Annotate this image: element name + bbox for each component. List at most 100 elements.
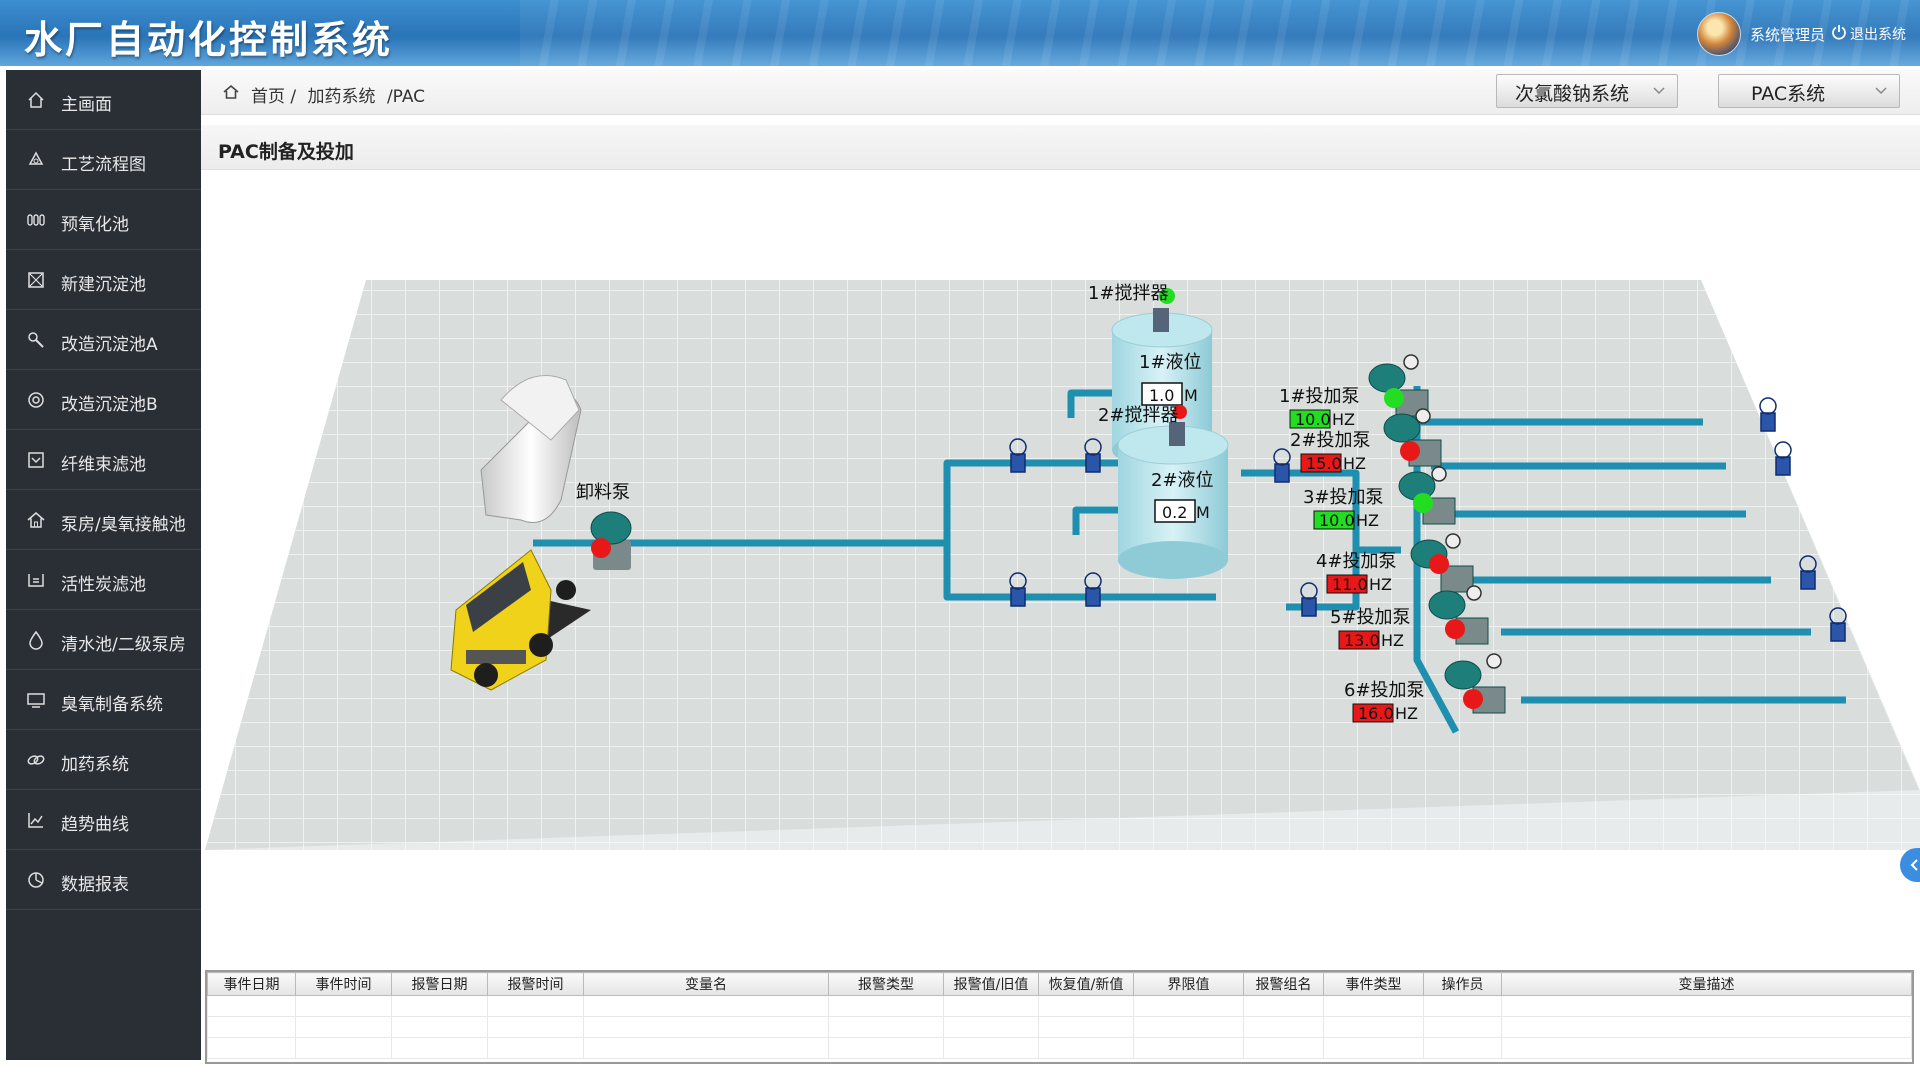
sidebar-item-process-flow[interactable]: 工艺流程图 [6, 130, 201, 190]
table-header-cell[interactable]: 变量名 [583, 972, 829, 996]
tray-icon [28, 574, 44, 587]
dosing-pump-2-label: 2#投加泵 [1290, 430, 1371, 451]
app-title: 水厂自动化控制系统 [24, 18, 394, 62]
line-chart-icon [28, 813, 43, 828]
dosing-pump-2-unit: HZ [1343, 454, 1366, 473]
sidebar-item-sedimentation-b[interactable]: 改造沉淀池B [6, 370, 201, 430]
table-row[interactable] [207, 1016, 1912, 1038]
sidebar-item-label: 纤维束滤池 [61, 455, 146, 475]
table-header-cell[interactable]: 事件日期 [207, 972, 296, 996]
table-header-cell[interactable]: 操作员 [1423, 972, 1502, 996]
unload-pump[interactable] [590, 511, 632, 570]
table-header-cell[interactable]: 报警时间 [487, 972, 584, 996]
sidebar-item-label: 臭氧制备系统 [61, 695, 163, 715]
table-header-cell[interactable]: 报警组名 [1243, 972, 1324, 996]
sidebar-item-clear-water[interactable]: 清水池/二级泵房 [6, 610, 201, 670]
panel-collapse-button[interactable] [1900, 848, 1920, 882]
sidebar-item-dosing[interactable]: 加药系统 [6, 730, 201, 790]
system-select-pac[interactable]: PAC系统 [1718, 74, 1900, 108]
sidebar-item-sedimentation-a[interactable]: 改造沉淀池A [6, 310, 201, 370]
mixer1-label: 1#搅拌器 [1088, 283, 1169, 304]
home-icon[interactable] [223, 84, 239, 100]
table-header-cell[interactable]: 报警类型 [828, 972, 944, 996]
sidebar-item-label: 主画面 [61, 95, 112, 115]
dosing-pump-4-status[interactable] [1429, 554, 1449, 574]
table-header-cell[interactable]: 恢复值/新值 [1038, 972, 1134, 996]
sidebar-item-report[interactable]: 数据报表 [6, 850, 201, 910]
table-header-cell[interactable]: 事件类型 [1323, 972, 1424, 996]
level1-value: 1.0 [1149, 386, 1174, 405]
breadcrumb-level1[interactable]: 加药系统 [308, 87, 376, 107]
chevron-down-icon [1653, 87, 1665, 95]
avatar[interactable] [1697, 12, 1741, 56]
table-header-cell[interactable]: 界限值 [1133, 972, 1244, 996]
unload-pump-label: 卸料泵 [576, 482, 630, 503]
level2-unit: M [1196, 503, 1210, 522]
breadcrumb-home[interactable]: 首页 / [251, 87, 296, 107]
dosing-pump-1-status[interactable] [1384, 388, 1404, 408]
level2-label: 2#液位 [1151, 470, 1214, 491]
level1-label: 1#液位 [1139, 352, 1202, 373]
dosing-pump-5-status[interactable] [1445, 619, 1465, 639]
sidebar-item-main[interactable]: 主画面 [6, 70, 201, 130]
sidebar-item-label: 数据报表 [61, 875, 129, 895]
breadcrumb-bar: 首页 / 加药系统 /PAC 次氯酸钠系统 PAC系统 [201, 70, 1920, 115]
table-header-cell[interactable]: 事件时间 [295, 972, 392, 996]
table-header-cell[interactable]: 变量描述 [1501, 972, 1912, 996]
tanks-icon [27, 214, 45, 226]
monitor-icon [27, 693, 45, 708]
sidebar-item-label: 清水池/二级泵房 [61, 635, 186, 655]
drop-icon [29, 630, 43, 650]
sidebar-item-pump-house[interactable]: 泵房/臭氧接触池 [6, 490, 201, 550]
sidebar-item-preoxidation[interactable]: 预氧化池 [6, 190, 201, 250]
sidebar-item-label: 加药系统 [61, 755, 129, 775]
chevron-down-icon [1875, 87, 1887, 95]
level1-unit: M [1184, 386, 1198, 405]
sidebar-item-label: 改造沉淀池A [61, 335, 158, 355]
dosing-pump-6-label: 6#投加泵 [1344, 680, 1425, 701]
breadcrumb-level2: /PAC [386, 87, 426, 107]
dosing-pump-6-status[interactable] [1463, 689, 1483, 709]
table-row[interactable] [207, 1037, 1912, 1059]
sidebar-item-label: 泵房/臭氧接触池 [61, 515, 186, 535]
dosing-pump-3-unit: HZ [1356, 511, 1379, 530]
process-diagram: 卸料泵 1#搅拌器 1#液位 1.0 M 2#搅拌器 2#液位 0.2 M 1#… [205, 280, 1920, 850]
dosing-pump-1-unit: HZ [1332, 410, 1355, 429]
sidebar-item-label: 新建沉淀池 [61, 275, 146, 295]
app-header: 水厂自动化控制系统 系统管理员 退出系统 [0, 0, 1920, 66]
sidebar-item-fiber-filter[interactable]: 纤维束滤池 [6, 430, 201, 490]
dosing-pump-1-label: 1#投加泵 [1279, 386, 1360, 407]
dosing-pump-3-freq: 10.0 [1319, 511, 1355, 530]
sidebar-item-ozone[interactable]: 臭氧制备系统 [6, 670, 201, 730]
dosing-pump-6-freq: 16.0 [1358, 704, 1394, 723]
valve-icon[interactable] [1774, 441, 1792, 476]
dosing-pump-4-unit: HZ [1369, 575, 1392, 594]
chevron-left-icon [1910, 859, 1918, 871]
section-title: PAC制备及投加 [218, 141, 354, 163]
logout-button[interactable]: 退出系统 [1850, 24, 1906, 44]
sidebar-item-trend[interactable]: 趋势曲线 [6, 790, 201, 850]
dosing-pump-1-freq: 10.0 [1295, 410, 1331, 429]
valve-icon[interactable] [1759, 397, 1777, 432]
breadcrumb: 首页 / 加药系统 /PAC [251, 82, 425, 107]
system-select-hypochlorite[interactable]: 次氯酸钠系统 [1496, 74, 1678, 108]
box-x-icon [28, 272, 44, 288]
dosing-pump-2-status[interactable] [1400, 441, 1420, 461]
sidebar-item-carbon-filter[interactable]: 活性炭滤池 [6, 550, 201, 610]
select-value: 次氯酸钠系统 [1515, 83, 1630, 105]
table-header-row: 事件日期 事件时间 报警日期 报警时间 变量名 报警类型 报警值/旧值 恢复值/新值 界限值 报警… [207, 972, 1912, 996]
unload-pump-status [591, 538, 611, 558]
dosing-pump-3-status[interactable] [1413, 493, 1433, 513]
table-row[interactable] [207, 995, 1912, 1017]
target-icon [28, 392, 44, 408]
alarm-table: 事件日期 事件时间 报警日期 报警时间 变量名 报警类型 报警值/旧值 恢复值/新值 界限值 报警… [205, 970, 1914, 1064]
house-icon [27, 512, 45, 528]
dosing-pump-3-label: 3#投加泵 [1303, 487, 1384, 508]
sidebar-item-label: 预氧化池 [61, 215, 129, 235]
table-header-cell[interactable]: 报警值/旧值 [943, 972, 1039, 996]
sidebar-item-new-sedimentation[interactable]: 新建沉淀池 [6, 250, 201, 310]
pie-chart-icon [28, 872, 44, 888]
sidebar-item-label: 工艺流程图 [61, 155, 146, 175]
power-icon[interactable] [1831, 24, 1847, 40]
table-header-cell[interactable]: 报警日期 [391, 972, 488, 996]
